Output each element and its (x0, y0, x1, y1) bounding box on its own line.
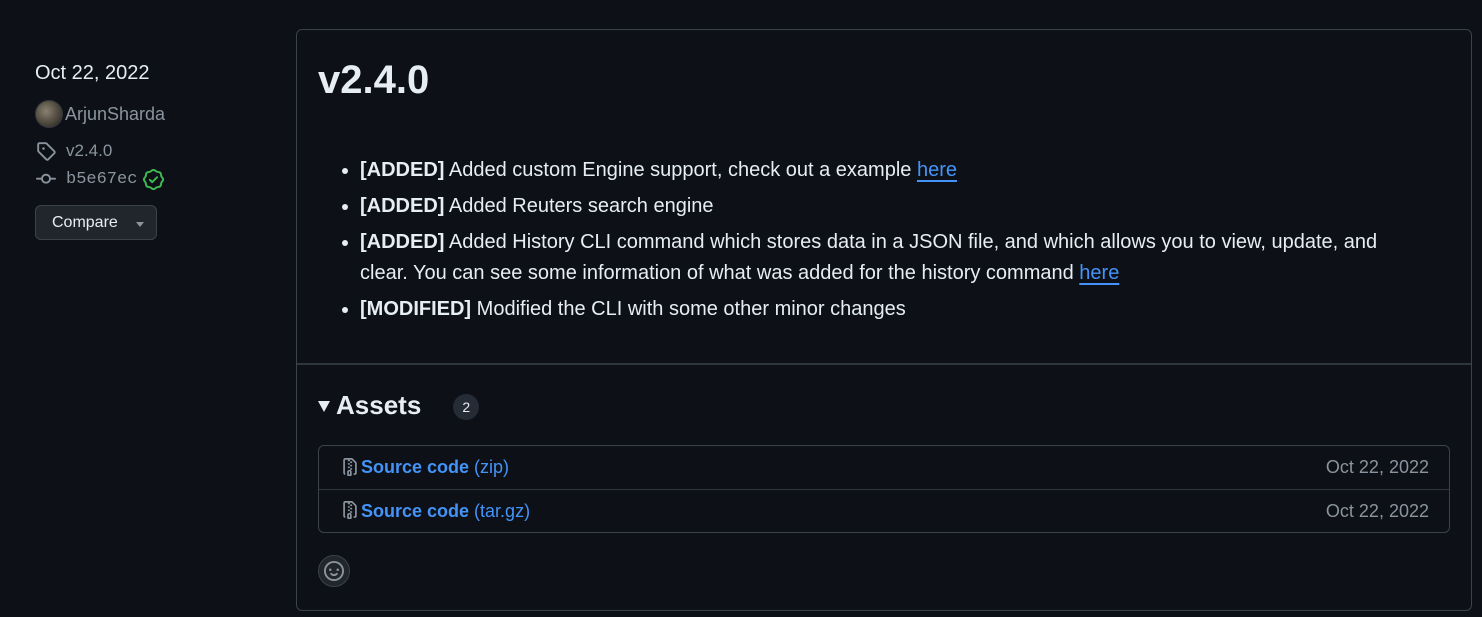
chevron-down-icon (135, 222, 144, 227)
commit-row[interactable]: b5e67ec (35, 165, 275, 193)
add-reaction-button[interactable] (318, 555, 350, 587)
smiley-icon (324, 561, 344, 581)
asset-ext: (tar.gz) (474, 500, 531, 521)
triangle-down-icon (318, 401, 330, 412)
release-sidebar: Oct 22, 2022 ArjunSharda v2.4.0 b5e67ec … (35, 60, 275, 240)
release-card: v2.4.0 [ADDED] Added custom Engine suppo… (296, 29, 1472, 611)
asset-list: Source code (zip) Oct 22, 2022 Source cod… (318, 445, 1450, 533)
asset-download-link[interactable]: Source code (tar.gz) (361, 501, 530, 522)
asset-row: Source code (tar.gz) Oct 22, 2022 (319, 489, 1449, 532)
author[interactable]: ArjunSharda (35, 100, 275, 128)
note-text: Added History CLI command which stores d… (360, 231, 1378, 284)
release-date: Oct 22, 2022 (35, 62, 150, 84)
note-text: Added custom Engine support, check out a… (448, 159, 917, 181)
note-prefix: [ADDED] (360, 231, 445, 253)
note-text: Added Reuters search engine (448, 195, 714, 217)
verified-icon[interactable] (143, 168, 165, 190)
asset-row: Source code (zip) Oct 22, 2022 (319, 446, 1449, 489)
commit-sha[interactable]: b5e67ec (66, 170, 137, 189)
release-notes: [ADDED] Added custom Engine support, che… (318, 155, 1450, 325)
asset-name: Source code (361, 457, 470, 477)
release-note-item: [ADDED] Added Reuters search engine (360, 191, 1450, 222)
release-title[interactable]: v2.4.0 (318, 58, 1450, 102)
release-note-item: [ADDED] Added History CLI command which … (360, 227, 1450, 289)
note-prefix: [ADDED] (360, 159, 445, 181)
note-text: Modified the CLI with some other minor c… (476, 298, 906, 320)
commit-icon (35, 168, 57, 190)
asset-download-link[interactable]: Source code (zip) (361, 457, 509, 478)
assets-title[interactable]: Assets (336, 390, 421, 421)
compare-button[interactable]: Compare (35, 205, 157, 240)
assets-toggle[interactable]: Assets 2 (318, 389, 1450, 421)
tag-name[interactable]: v2.4.0 (66, 141, 112, 161)
tag-icon (35, 140, 57, 162)
asset-name: Source code (361, 500, 470, 521)
author-name[interactable]: ArjunSharda (65, 104, 165, 125)
compare-label: Compare (52, 213, 118, 231)
release-note-item: [ADDED] Added custom Engine support, che… (360, 155, 1450, 186)
note-link[interactable]: here (917, 159, 957, 181)
file-zip-icon (341, 457, 361, 479)
file-zip-icon (341, 500, 361, 522)
asset-date: Oct 22, 2022 (1325, 500, 1429, 521)
release-note-item: [MODIFIED] Modified the CLI with some ot… (360, 294, 1450, 325)
asset-ext: (zip) (474, 457, 510, 477)
note-link[interactable]: here (1079, 262, 1119, 284)
assets-count-badge: 2 (453, 394, 480, 420)
note-prefix: [ADDED] (360, 195, 445, 217)
release-body: v2.4.0 [ADDED] Added custom Engine suppo… (297, 30, 1471, 365)
assets-section: Assets 2 Source code (zip) Oct 22, 2022 S… (297, 365, 1471, 587)
note-prefix: [MODIFIED] (360, 298, 472, 320)
asset-date: Oct 22, 2022 (1325, 457, 1429, 477)
tag-row[interactable]: v2.4.0 (35, 137, 275, 165)
avatar[interactable] (35, 100, 63, 128)
